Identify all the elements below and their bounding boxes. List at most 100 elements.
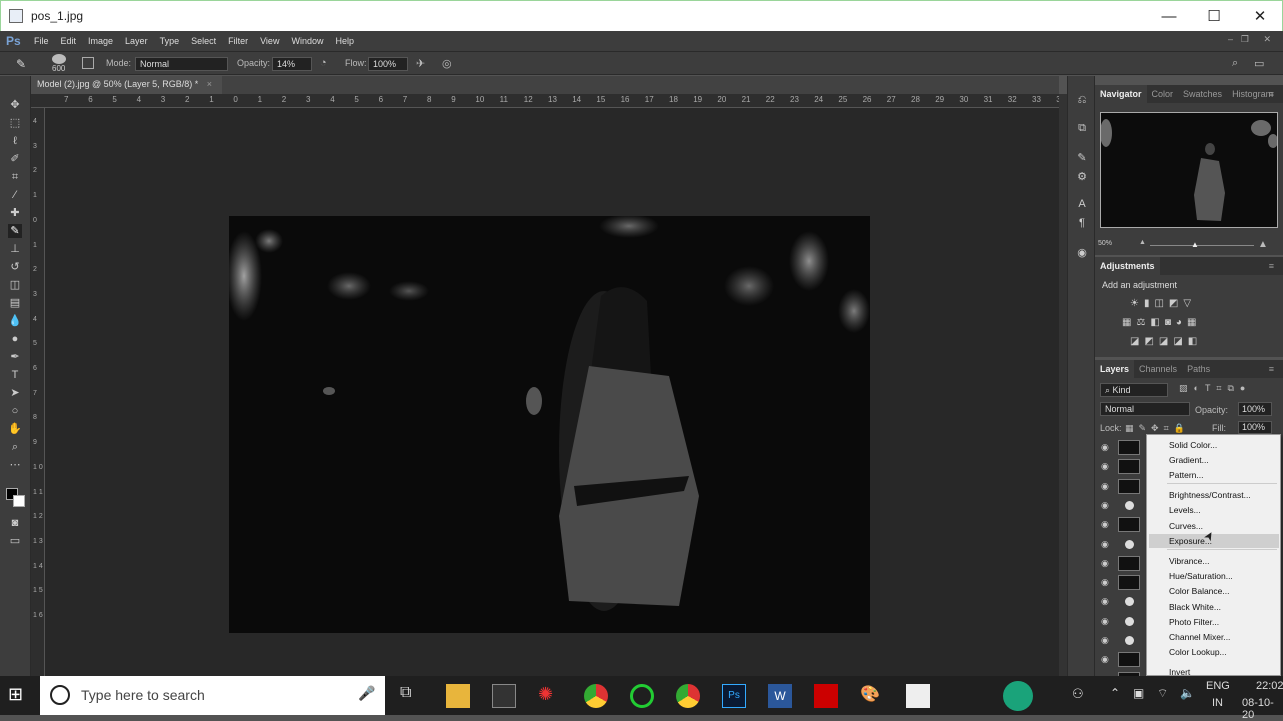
- menu-select[interactable]: Select: [185, 36, 222, 46]
- search-icon[interactable]: ⌕: [1232, 57, 1238, 70]
- brush-preset-icon[interactable]: [52, 54, 66, 64]
- opacity-input[interactable]: 14%: [272, 57, 312, 71]
- airbrush-icon[interactable]: ✈: [416, 57, 425, 70]
- history-panel-icon[interactable]: ⎌: [1075, 94, 1089, 108]
- menu-layer[interactable]: Layer: [119, 36, 154, 46]
- fill-input[interactable]: 100%: [1238, 421, 1272, 434]
- pen-tool-icon[interactable]: ✒: [8, 350, 22, 364]
- people-icon[interactable]: ⚇: [1072, 686, 1084, 702]
- paint-icon[interactable]: 🎨: [860, 684, 884, 708]
- tab-layers[interactable]: Layers: [1095, 360, 1135, 378]
- windows-start-icon[interactable]: ⊞: [8, 684, 23, 705]
- monitor-app-icon[interactable]: [1003, 681, 1033, 711]
- adjustment-menu-item[interactable]: Black White...: [1169, 602, 1221, 612]
- adjustment-menu-item[interactable]: Solid Color...: [1169, 440, 1217, 450]
- crop-tool-icon[interactable]: ⌗: [8, 170, 22, 184]
- screen-mode-icon[interactable]: ▭: [8, 534, 22, 548]
- panel-menu-icon[interactable]: ≡: [1264, 89, 1279, 99]
- pressure-opacity-icon[interactable]: ◔: [320, 57, 327, 69]
- visibility-eye-icon[interactable]: ◉: [1101, 461, 1109, 472]
- lasso-tool-icon[interactable]: ℓ: [8, 134, 22, 148]
- blend-mode-select[interactable]: Normal: [1100, 402, 1190, 416]
- tab-channels[interactable]: Channels: [1134, 364, 1182, 374]
- microphone-icon[interactable]: 🎤: [358, 685, 375, 702]
- tab-swatches[interactable]: Swatches: [1178, 89, 1227, 99]
- restore-doc-icon[interactable]: ❐: [1241, 34, 1249, 45]
- visibility-eye-icon[interactable]: ◉: [1101, 519, 1109, 530]
- visibility-eye-icon[interactable]: ◉: [1101, 481, 1109, 492]
- workspace-icon[interactable]: ▭: [1254, 57, 1264, 70]
- character-icon[interactable]: A: [1075, 198, 1089, 212]
- menu-view[interactable]: View: [254, 36, 285, 46]
- brush-panel-icon[interactable]: [82, 57, 94, 69]
- clock-date[interactable]: 08-10-20: [1242, 697, 1283, 721]
- flow-input[interactable]: 100%: [368, 57, 408, 71]
- libraries-icon[interactable]: ◉: [1075, 246, 1089, 260]
- minimize-button[interactable]: —: [1146, 1, 1192, 31]
- zoom-out-icon[interactable]: ▲: [1139, 239, 1146, 246]
- chrome-icon[interactable]: [584, 684, 608, 708]
- navigator-zoom[interactable]: 50%: [1098, 240, 1112, 247]
- paragraph-icon[interactable]: ¶: [1075, 217, 1089, 231]
- adjustment-menu-item[interactable]: Color Lookup...: [1169, 647, 1227, 657]
- adjustment-menu-item[interactable]: Vibrance...: [1169, 556, 1209, 566]
- brush-tool-icon[interactable]: ✎: [8, 224, 22, 238]
- adjustment-icons-row-1[interactable]: ☀▮◫◩▽: [1130, 298, 1196, 309]
- tray-app-icon[interactable]: ▣: [1133, 686, 1144, 700]
- adjustment-menu-item[interactable]: Photo Filter...: [1169, 617, 1219, 627]
- adjustment-menu-item[interactable]: Color Balance...: [1169, 586, 1229, 596]
- adjustment-icons-row-2[interactable]: ▦⚖◧◙◕▦: [1122, 317, 1201, 328]
- tab-adjustments[interactable]: Adjustments: [1095, 257, 1160, 275]
- layer-comps-icon[interactable]: ⧉: [1075, 122, 1089, 136]
- pressure-size-icon[interactable]: ◎: [442, 57, 452, 70]
- move-tool-icon[interactable]: ✥: [8, 98, 22, 112]
- panel-menu-icon[interactable]: ≡: [1264, 261, 1279, 271]
- eraser-icon[interactable]: ◫: [8, 278, 22, 292]
- background-color-swatch[interactable]: [13, 495, 25, 507]
- quick-mask-icon[interactable]: ◙: [8, 516, 22, 530]
- visibility-eye-icon[interactable]: ◉: [1101, 539, 1109, 550]
- zoom-in-icon[interactable]: ▲: [1258, 239, 1268, 250]
- tray-chevron-icon[interactable]: ⌃: [1110, 686, 1120, 700]
- visibility-eye-icon[interactable]: ◉: [1101, 500, 1109, 511]
- tab-color[interactable]: Color: [1147, 89, 1179, 99]
- shape-tool-icon[interactable]: ○: [8, 404, 22, 418]
- adjustment-icons-row-3[interactable]: ◪◩◪◪◧: [1130, 336, 1202, 347]
- panel-menu-icon[interactable]: ≡: [1264, 364, 1279, 374]
- path-select-icon[interactable]: ➤: [8, 386, 22, 400]
- volume-icon[interactable]: 🔈: [1180, 686, 1195, 700]
- visibility-eye-icon[interactable]: ◉: [1101, 577, 1109, 588]
- maximize-button[interactable]: ☐: [1191, 1, 1237, 31]
- zoom-slider-thumb[interactable]: ▲: [1191, 240, 1199, 249]
- app-icon-spider[interactable]: ✺: [538, 684, 562, 708]
- task-view-icon[interactable]: ⧉: [400, 684, 424, 708]
- eyedropper-icon[interactable]: ⁄: [8, 188, 22, 202]
- menu-filter[interactable]: Filter: [222, 36, 254, 46]
- brush-settings-icon[interactable]: ✎: [1075, 151, 1089, 165]
- layer-opacity-input[interactable]: 100%: [1238, 402, 1272, 416]
- region-indicator[interactable]: IN: [1212, 697, 1223, 709]
- clock-time[interactable]: 22:02: [1256, 680, 1283, 692]
- tab-paths[interactable]: Paths: [1182, 364, 1215, 374]
- visibility-eye-icon[interactable]: ◉: [1101, 596, 1109, 607]
- file-explorer-icon[interactable]: [446, 684, 470, 708]
- marquee-tool-icon[interactable]: ⬚: [8, 116, 22, 130]
- blur-tool-icon[interactable]: 💧: [8, 314, 22, 328]
- chrome-icon-2[interactable]: [676, 684, 700, 708]
- adjustment-menu-item[interactable]: Pattern...: [1169, 470, 1204, 480]
- close-doc-icon[interactable]: ✕: [1263, 34, 1271, 45]
- dodge-tool-icon[interactable]: ●: [8, 332, 22, 346]
- mode-select[interactable]: Normal: [135, 57, 228, 71]
- visibility-eye-icon[interactable]: ◉: [1101, 654, 1109, 665]
- word-icon[interactable]: W: [768, 684, 792, 708]
- vertical-scrollbar[interactable]: [1059, 94, 1067, 676]
- menu-window[interactable]: Window: [285, 36, 329, 46]
- navigator-preview[interactable]: [1100, 112, 1278, 228]
- document-photo[interactable]: [229, 216, 870, 633]
- adjustment-menu-item[interactable]: Curves...: [1169, 521, 1203, 531]
- healing-brush-icon[interactable]: ✚: [8, 206, 22, 220]
- visibility-eye-icon[interactable]: ◉: [1101, 616, 1109, 627]
- menu-help[interactable]: Help: [329, 36, 360, 46]
- adjustment-menu-item[interactable]: Levels...: [1169, 505, 1201, 515]
- quick-select-icon[interactable]: ✐: [8, 152, 22, 166]
